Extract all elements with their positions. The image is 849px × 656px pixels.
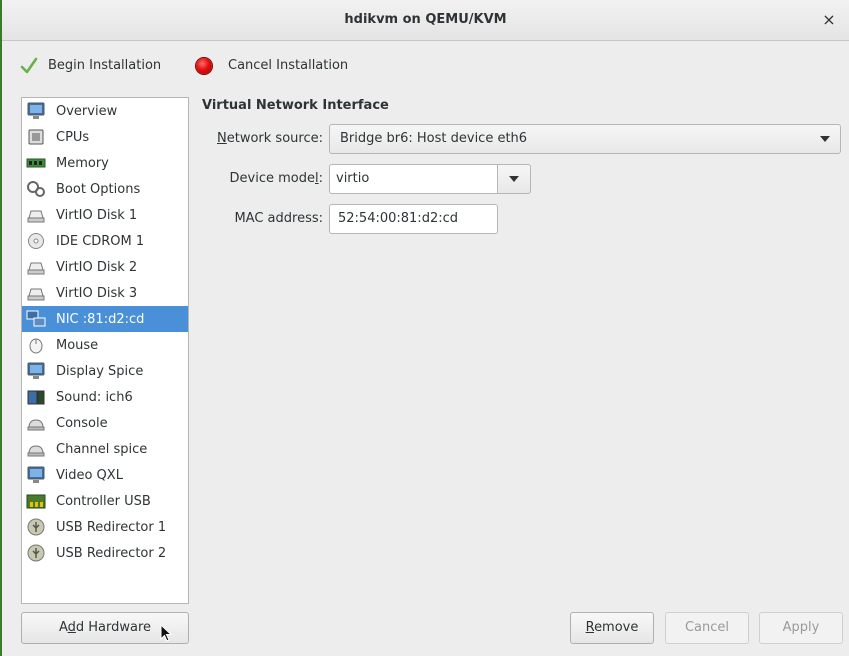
sidebar-item[interactable]: Overview: [22, 98, 188, 124]
usb-icon: [26, 544, 46, 562]
serial-icon: [26, 440, 46, 458]
sidebar-item[interactable]: CPUs: [22, 124, 188, 150]
remove-button[interactable]: Remove: [570, 612, 654, 644]
mouse-cursor-icon: [160, 624, 173, 642]
disk-icon: [26, 206, 46, 224]
chevron-down-icon: [810, 125, 840, 153]
network-icon: [26, 310, 46, 328]
chevron-down-icon: [509, 176, 519, 182]
sidebar-item[interactable]: Memory: [22, 150, 188, 176]
device-model-input[interactable]: virtio: [329, 164, 497, 194]
mouse-icon: [26, 336, 46, 354]
gears-icon: [26, 180, 46, 198]
sidebar-item-label: Display Spice: [56, 363, 144, 379]
sidebar-item[interactable]: Controller USB: [22, 488, 188, 514]
mac-address-label: MAC address:: [234, 211, 323, 226]
title-bar[interactable]: hdikvm on QEMU/KVM ×: [2, 0, 849, 41]
apply-button[interactable]: Apply: [759, 612, 843, 644]
sidebar-item-label: Overview: [56, 103, 118, 119]
sidebar-item-label: Mouse: [56, 337, 99, 353]
monitor-icon: [26, 466, 46, 484]
sidebar-item[interactable]: Boot Options: [22, 176, 188, 202]
device-model-combo[interactable]: virtio: [329, 164, 531, 194]
monitor-icon: [26, 362, 46, 380]
sidebar-item[interactable]: VirtIO Disk 1: [22, 202, 188, 228]
hardware-list[interactable]: Overview CPUs Memory Boot Options VirtIO Dis…: [21, 97, 189, 604]
monitor-icon: [26, 102, 46, 120]
cancel-installation-label: Cancel Installation: [228, 58, 349, 73]
cancel-button[interactable]: Cancel: [665, 612, 749, 644]
sidebar-item[interactable]: Channel spice: [22, 436, 188, 462]
sidebar-item-label: VirtIO Disk 2: [56, 259, 138, 275]
cdrom-icon: [26, 232, 46, 250]
begin-installation-button[interactable]: Begin Installation: [20, 55, 161, 77]
controller-icon: [26, 492, 46, 510]
cancel-installation-button[interactable]: Cancel Installation: [196, 55, 348, 77]
cpu-icon: [26, 128, 46, 146]
sidebar-item[interactable]: Console: [22, 410, 188, 436]
disk-icon: [26, 284, 46, 302]
begin-installation-label: Begin Installation: [48, 58, 162, 73]
sidebar-item-label: VirtIO Disk 1: [56, 207, 138, 223]
add-hardware-label: Add Hardware: [58, 620, 152, 635]
sidebar-item[interactable]: VirtIO Disk 3: [22, 280, 188, 306]
sidebar-item[interactable]: IDE CDROM 1: [22, 228, 188, 254]
sidebar-item-label: IDE CDROM 1: [56, 233, 145, 249]
dialog-window: hdikvm on QEMU/KVM × Begin Installation …: [0, 0, 849, 656]
device-model-dropdown-button[interactable]: [497, 164, 531, 194]
sidebar-item-label: USB Redirector 2: [56, 545, 167, 561]
stop-icon: [196, 58, 212, 74]
sidebar-item[interactable]: Mouse: [22, 332, 188, 358]
sidebar-item-label: Boot Options: [56, 181, 141, 197]
sidebar-item-label: VirtIO Disk 3: [56, 285, 138, 301]
device-model-label: Device model:: [229, 171, 323, 186]
sidebar-item-label: Controller USB: [56, 493, 151, 509]
network-source-combo[interactable]: Bridge br6: Host device eth6: [329, 124, 841, 154]
sidebar-item[interactable]: NIC :81:d2:cd: [22, 306, 188, 332]
remove-label: Remove: [585, 620, 639, 635]
serial-icon: [26, 414, 46, 432]
sidebar-item-label: CPUs: [56, 129, 90, 145]
sidebar-item-label: Memory: [56, 155, 109, 171]
network-source-value: Bridge br6: Host device eth6: [340, 131, 528, 146]
sidebar-item[interactable]: Sound: ich6: [22, 384, 188, 410]
sidebar-item-label: Console: [56, 415, 108, 431]
mac-address-field[interactable]: 52:54:00:81:d2:cd: [329, 204, 498, 234]
sidebar-item[interactable]: Video QXL: [22, 462, 188, 488]
sidebar-item-label: Sound: ich6: [56, 389, 133, 405]
sidebar-item-label: NIC :81:d2:cd: [56, 311, 145, 327]
usb-icon: [26, 518, 46, 536]
sidebar-item[interactable]: USB Redirector 1: [22, 514, 188, 540]
disk-icon: [26, 258, 46, 276]
sidebar-item[interactable]: VirtIO Disk 2: [22, 254, 188, 280]
checkmark-icon: [20, 57, 38, 74]
close-button[interactable]: ×: [819, 10, 839, 30]
sidebar-item-label: Channel spice: [56, 441, 148, 457]
sound-icon: [26, 388, 46, 406]
section-title: Virtual Network Interface: [202, 98, 389, 113]
sidebar-item[interactable]: Display Spice: [22, 358, 188, 384]
sidebar-item[interactable]: USB Redirector 2: [22, 540, 188, 566]
window-title: hdikvm on QEMU/KVM: [344, 12, 507, 27]
network-source-label: Network source:: [217, 131, 323, 146]
details-panel: Virtual Network Interface Network source…: [202, 97, 841, 604]
toolbar: Begin Installation Cancel Installation: [2, 41, 849, 91]
sidebar-item-label: USB Redirector 1: [56, 519, 167, 535]
memory-icon: [26, 154, 46, 172]
sidebar-item-label: Video QXL: [56, 467, 123, 483]
